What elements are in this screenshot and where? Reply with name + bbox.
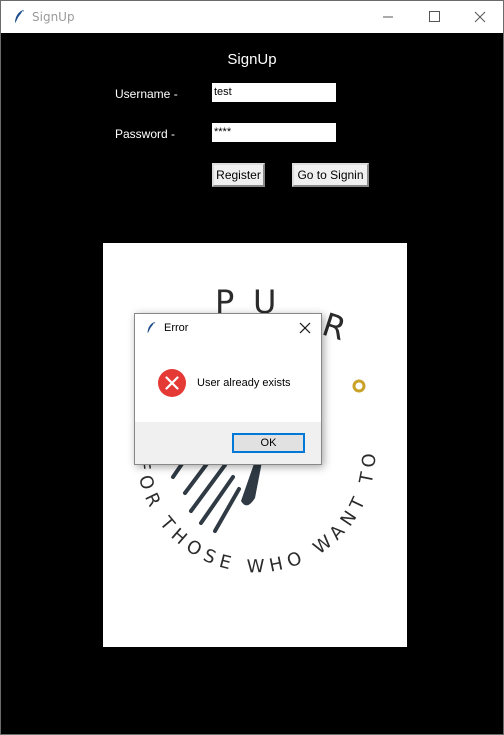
close-button[interactable] bbox=[457, 1, 503, 33]
minimize-button[interactable] bbox=[365, 1, 411, 33]
password-label: Password - bbox=[115, 127, 176, 141]
feather-icon bbox=[147, 322, 156, 335]
username-input[interactable]: test bbox=[212, 83, 336, 102]
window-title: SignUp bbox=[32, 10, 75, 24]
window-titlebar[interactable]: SignUp bbox=[1, 1, 503, 33]
register-button[interactable]: Register bbox=[212, 163, 265, 187]
username-label: Username - bbox=[115, 87, 178, 101]
signup-window: SignUp SignUp Username - test Password -… bbox=[0, 0, 504, 735]
feather-icon bbox=[14, 10, 24, 25]
dialog-close-button[interactable] bbox=[293, 318, 317, 338]
dialog-title: Error bbox=[164, 322, 189, 334]
password-input[interactable]: **** bbox=[212, 123, 336, 142]
close-icon bbox=[474, 11, 486, 23]
dialog-message: User already exists bbox=[197, 377, 291, 389]
maximize-button[interactable] bbox=[411, 1, 457, 33]
dialog-footer: OK bbox=[135, 422, 321, 464]
maximize-icon bbox=[429, 11, 440, 22]
ok-button[interactable]: OK bbox=[232, 433, 305, 453]
dialog-body: User already exists bbox=[135, 342, 321, 422]
dialog-titlebar[interactable]: Error bbox=[135, 314, 321, 342]
form-heading: SignUp bbox=[227, 51, 277, 68]
go-to-signin-button[interactable]: Go to Signin bbox=[292, 163, 369, 187]
close-icon bbox=[299, 322, 311, 334]
minimize-icon bbox=[383, 16, 393, 18]
error-icon bbox=[158, 369, 186, 397]
logo-letter-r: R bbox=[318, 305, 351, 348]
logo-dot bbox=[352, 379, 366, 393]
error-dialog: Error User already exists OK bbox=[134, 313, 322, 465]
